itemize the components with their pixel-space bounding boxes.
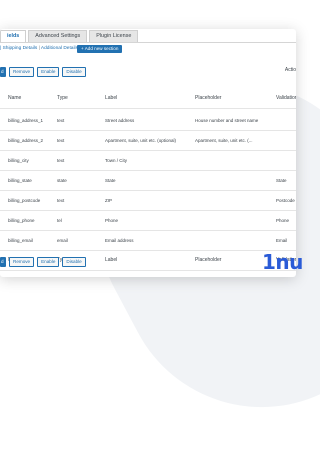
column-type: Type [57, 95, 68, 101]
field-type: text [57, 118, 65, 123]
field-label: State [105, 178, 116, 183]
field-validations [276, 151, 296, 170]
field-validations: Email [276, 238, 288, 243]
field-label: Town / City [105, 158, 128, 163]
tab-plugin-license[interactable]: Plugin License [89, 30, 139, 42]
field-type: text [57, 138, 65, 143]
section-separator: | [38, 46, 40, 51]
remove-button[interactable]: Remove [9, 257, 35, 267]
field-type: text [57, 158, 65, 163]
disable-button[interactable]: Disable [62, 257, 86, 267]
actions-header: Actio [284, 67, 296, 73]
add-new-section-button[interactable]: + Add new section [77, 45, 123, 53]
field-validations [276, 111, 296, 130]
field-placeholder [195, 171, 275, 190]
field-name: billing_address_2 [8, 138, 44, 143]
top-toolbar: d Remove Enable Disable [0, 67, 89, 77]
tab-advanced-settings[interactable]: Advanced Settings [28, 30, 88, 42]
field-validations: Phone [276, 218, 290, 223]
field-type: state [57, 178, 67, 183]
field-validations: Postcode [276, 198, 295, 203]
field-label: Apartment, suite, unit etc. (optional) [105, 138, 177, 143]
table-row[interactable]: billing_email email Email address Email [0, 231, 296, 251]
field-placeholder: House number and street name [195, 118, 259, 123]
section-link-shipping[interactable]: | Shipping Details [0, 46, 37, 51]
settings-card: ields Advanced Settings Plugin License |… [0, 29, 296, 277]
column-placeholder: Placeholder [195, 95, 222, 101]
field-label: Street address [105, 118, 135, 123]
table-row[interactable]: billing_address_1 text Street address Ho… [0, 111, 296, 131]
brand-logo: 1nu [262, 250, 303, 274]
tab-fields[interactable]: ields [0, 30, 27, 42]
field-name: billing_state [8, 178, 32, 183]
field-type: tel [57, 218, 62, 223]
field-placeholder: Apartment, suite, unit etc. (... [195, 138, 253, 143]
table-row[interactable]: billing_city text Town / City [0, 151, 296, 171]
bottom-toolbar: d Remove Enable Disable [0, 257, 89, 267]
field-validations [276, 131, 296, 150]
tab-bar: ields Advanced Settings Plugin License [0, 29, 140, 42]
field-placeholder [195, 151, 275, 170]
field-name: billing_email [8, 238, 33, 243]
field-placeholder [195, 191, 275, 210]
field-label: Phone [105, 218, 119, 223]
field-label: Email address [105, 238, 134, 243]
table-row[interactable]: billing_phone tel Phone Phone [0, 211, 296, 231]
enable-button[interactable]: Enable [37, 257, 60, 267]
field-type: text [57, 198, 65, 203]
table-header-top: Name Type Label Placeholder Validations [0, 89, 296, 109]
table-row[interactable]: billing_postcode text ZIP Postcode [0, 191, 296, 211]
column-label: Label [105, 257, 118, 263]
remove-button[interactable]: Remove [9, 67, 35, 77]
add-field-button[interactable]: d [0, 67, 6, 77]
column-validations: Validations [276, 95, 296, 101]
enable-button[interactable]: Enable [37, 67, 60, 77]
column-label: Label [105, 95, 118, 101]
tab-divider [0, 42, 296, 43]
table-row[interactable]: billing_address_2 text Apartment, suite,… [0, 131, 296, 151]
field-name: billing_address_1 [8, 118, 44, 123]
field-name: billing_city [8, 158, 29, 163]
section-link-additional[interactable]: Additional Details [41, 46, 78, 51]
disable-button[interactable]: Disable [62, 67, 86, 77]
field-placeholder [195, 211, 275, 230]
add-field-button[interactable]: d [0, 257, 6, 267]
field-name: billing_phone [8, 218, 35, 223]
field-label: ZIP [105, 198, 113, 203]
table-row[interactable]: billing_state state State State [0, 171, 296, 191]
field-name: billing_postcode [8, 198, 41, 203]
field-validations: State [276, 178, 287, 183]
field-placeholder [195, 231, 275, 250]
field-type: email [57, 238, 68, 243]
column-name: Name [8, 95, 22, 101]
section-nav: | Shipping Details | Additional Details [0, 46, 78, 51]
